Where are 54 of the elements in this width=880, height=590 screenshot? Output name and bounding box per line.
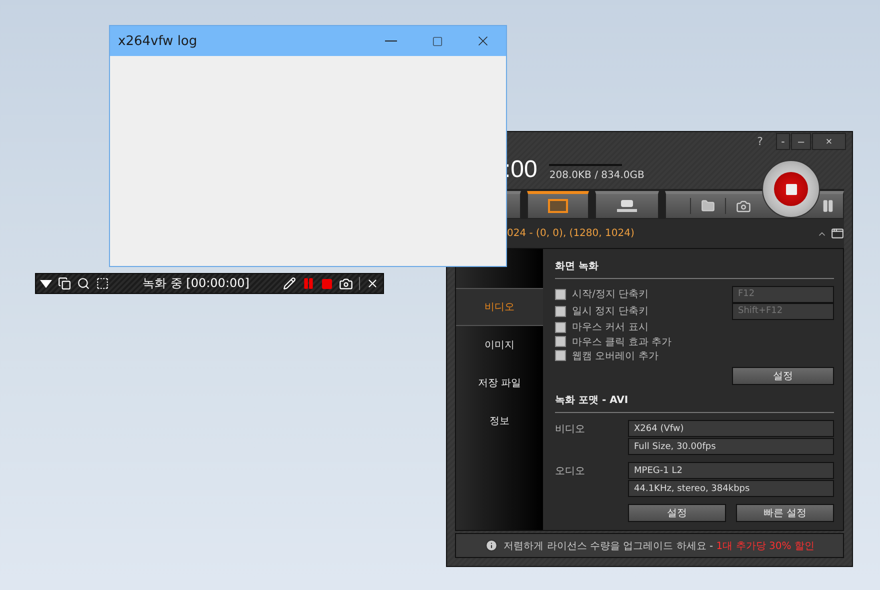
format-label: 오디오 <box>555 465 586 479</box>
settings-button[interactable]: 설정 <box>732 367 834 386</box>
sidebar-item[interactable]: 정보 <box>456 402 543 440</box>
hdmi-device-icon <box>616 199 638 213</box>
window-button[interactable] <box>58 276 71 292</box>
window-button[interactable]: × <box>812 133 846 150</box>
mode-tab[interactable] <box>527 191 589 219</box>
section-title: 녹화 포맷 - AVI <box>555 394 630 408</box>
option-label: 마우스 클릭 효과 추가 <box>572 336 673 348</box>
search-button[interactable] <box>77 276 90 292</box>
pause-button[interactable] <box>302 276 315 292</box>
pause-button[interactable] <box>821 199 835 213</box>
capture-area-info: 024 - (0, 0), (1280, 1024) <box>507 228 636 239</box>
help-button[interactable]: ? <box>757 135 763 148</box>
format-label: 비디오 <box>555 423 586 437</box>
section-title: 화면 녹화 <box>555 260 600 273</box>
recording-status: 녹화 중 [00:00:00] <box>142 275 250 292</box>
format-detail-field: Full Size, 30.00fps <box>628 438 834 455</box>
checkbox[interactable] <box>555 306 566 317</box>
maximize-icon <box>432 36 442 46</box>
option-label: 마우스 커서 표시 <box>572 321 650 334</box>
window-button[interactable]: - <box>776 133 790 150</box>
sidebar-item[interactable]: 저장 파일 <box>456 364 543 402</box>
mode-tab-edge <box>507 191 521 219</box>
mode-tab[interactable] <box>595 191 659 219</box>
window-button[interactable]: – <box>791 133 811 150</box>
format-detail-field: 44.1KHz, stereo, 384kbps <box>628 480 834 497</box>
window-icon[interactable] <box>831 227 844 240</box>
pencil-button[interactable] <box>282 276 296 292</box>
stop-record-button[interactable] <box>762 160 820 218</box>
minimize-icon <box>385 40 397 42</box>
timer: :00 <box>504 156 538 184</box>
info-icon <box>484 539 498 552</box>
window-title: x264vfw log <box>118 34 198 48</box>
storage-text: 208.0KB / 834.0GB <box>549 170 644 180</box>
screen-rectangle-icon <box>548 199 568 213</box>
checkbox[interactable] <box>555 322 566 333</box>
codec-field: MPEG-1 L2 <box>628 462 834 479</box>
close-icon <box>366 277 379 290</box>
sidebar-item[interactable]: 이미지 <box>456 326 543 364</box>
checkbox[interactable] <box>555 350 566 362</box>
option-label: 일시 정지 단축키 <box>572 305 650 318</box>
codec-field: X264 (Vfw) <box>628 420 834 437</box>
sidebar-item[interactable]: 비디오 <box>456 288 543 326</box>
checkbox[interactable] <box>555 336 566 347</box>
option-label: 시작/정지 단축키 <box>572 288 650 302</box>
region-button[interactable] <box>96 276 109 292</box>
checkbox[interactable] <box>555 288 566 300</box>
promo-text: 저렴하게 라이선스 수량을 업그레이드 하세요 - 1대 추가당 30% 할인 <box>504 540 814 552</box>
folder-button[interactable] <box>701 199 715 213</box>
triangle-down-icon <box>40 280 52 288</box>
format-button[interactable]: 빠른 설정 <box>736 504 834 522</box>
format-button[interactable]: 설정 <box>628 504 726 522</box>
option-label: 웹캠 오버레이 추가 <box>572 350 660 363</box>
